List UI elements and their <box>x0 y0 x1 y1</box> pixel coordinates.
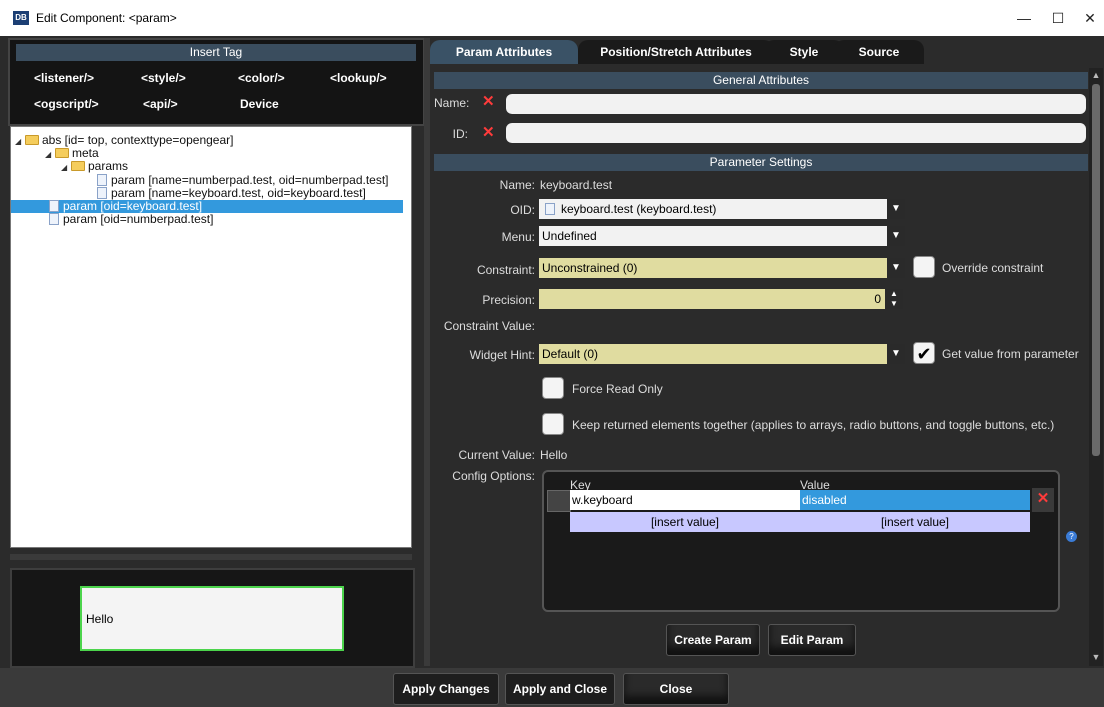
document-icon <box>545 203 555 215</box>
chevron-down-icon[interactable]: ▼ <box>887 344 905 364</box>
window-title: Edit Component: <param> <box>36 11 177 25</box>
get-value-label: Get value from parameter <box>942 347 1079 361</box>
row-handle[interactable] <box>547 490 571 512</box>
table-row-value[interactable]: disabled <box>800 490 1030 510</box>
insert-tag-title: Insert Tag <box>16 44 416 61</box>
force-read-only-label: Force Read Only <box>572 382 663 396</box>
apply-changes-button[interactable]: Apply Changes <box>393 673 499 705</box>
config-options-table: Key Value w.keyboard disabled ✕ [insert … <box>542 470 1060 612</box>
constraint-label: Constraint: <box>476 263 535 277</box>
oid-label: OID: <box>510 203 535 217</box>
parameter-settings-header: Parameter Settings <box>434 154 1088 171</box>
keep-together-label: Keep returned elements together (applies… <box>572 418 1055 432</box>
expand-arrow-icon[interactable]: ◢ <box>15 135 25 148</box>
chevron-down-icon[interactable]: ▼ <box>887 258 905 278</box>
insert-key-cell[interactable]: [insert value] <box>570 512 800 532</box>
name-label: Name: <box>434 96 470 110</box>
config-options-label: Config Options: <box>452 469 535 483</box>
document-icon <box>49 213 59 225</box>
current-value-label: Current Value: <box>458 448 535 462</box>
insert-listener-button[interactable]: <listener/> <box>34 71 94 85</box>
oid-select[interactable]: keyboard.test (keyboard.test) ▼ <box>539 199 905 219</box>
tab-source[interactable]: Source <box>834 40 924 64</box>
close-icon[interactable]: ✕ <box>1070 6 1104 30</box>
insert-style-button[interactable]: <style/> <box>141 71 186 85</box>
tree-node[interactable]: ◢ abs [id= top, contexttype=opengear] <box>15 134 233 147</box>
force-read-only-checkbox[interactable] <box>542 377 564 399</box>
tree-node[interactable]: param [oid=numberpad.test] <box>49 213 213 226</box>
insert-device-button[interactable]: Device <box>240 97 279 111</box>
tree-node[interactable]: ◢ params <box>61 160 128 173</box>
vertical-scrollbar[interactable]: ▲ ▼ <box>1089 68 1103 666</box>
insert-lookup-button[interactable]: <lookup/> <box>330 71 387 85</box>
expand-arrow-icon[interactable]: ◢ <box>45 148 55 161</box>
current-value: Hello <box>540 448 568 462</box>
close-button[interactable]: Close <box>623 673 729 705</box>
constraint-value-label: Constraint Value: <box>443 319 535 333</box>
general-attributes-header: General Attributes <box>434 72 1088 89</box>
table-row-key[interactable]: w.keyboard <box>570 490 800 510</box>
scroll-up-icon[interactable]: ▲ <box>1090 70 1102 80</box>
folder-icon <box>71 161 85 171</box>
app-icon: DB <box>13 11 29 25</box>
tab-param-attributes[interactable]: Param Attributes <box>430 40 578 64</box>
preview-component[interactable]: Hello <box>80 586 344 651</box>
param-attributes-panel: General Attributes Name: ✕ ID: ✕ Paramet… <box>430 68 1088 668</box>
tab-bar: Position/Stretch Attributes Style Source… <box>430 38 1104 64</box>
precision-label: Precision: <box>482 293 535 307</box>
chevron-down-icon[interactable]: ▼ <box>887 226 905 246</box>
constraint-select[interactable]: Unconstrained (0) ▼ <box>539 258 905 278</box>
override-constraint-checkbox[interactable] <box>913 256 935 278</box>
expand-arrow-icon[interactable]: ◢ <box>61 161 71 174</box>
title-bar: DB Edit Component: <param> — ☐ ✕ <box>0 0 1104 36</box>
document-icon <box>97 187 107 199</box>
footer-bar: Apply Changes Apply and Close Close <box>0 668 1104 707</box>
override-constraint-label: Override constraint <box>942 261 1044 275</box>
menu-label: Menu: <box>501 230 535 244</box>
widget-hint-select[interactable]: Default (0) ▼ <box>539 344 905 364</box>
keep-together-checkbox[interactable] <box>542 413 564 435</box>
get-value-checkbox[interactable]: ✔ <box>913 342 935 364</box>
document-icon <box>49 200 59 212</box>
document-icon <box>97 174 107 186</box>
preview-panel: Hello <box>10 568 415 668</box>
id-label: ID: <box>452 127 468 141</box>
create-param-button[interactable]: Create Param <box>666 624 760 656</box>
component-tree[interactable]: ◢ abs [id= top, contexttype=opengear] ◢ me… <box>10 126 412 548</box>
insert-value-cell[interactable]: [insert value] <box>800 512 1030 532</box>
insert-api-button[interactable]: <api/> <box>143 97 178 111</box>
widget-hint-label: Widget Hint: <box>469 348 535 362</box>
clear-id-icon[interactable]: ✕ <box>482 123 495 141</box>
folder-icon <box>55 148 69 158</box>
spinner-arrows-icon[interactable]: ▲ ▼ <box>885 289 903 309</box>
scroll-thumb[interactable] <box>1092 84 1100 456</box>
param-name-label: Name: <box>499 178 535 192</box>
scroll-down-icon[interactable]: ▼ <box>1090 652 1102 662</box>
insert-color-button[interactable]: <color/> <box>238 71 285 85</box>
tab-style[interactable]: Style <box>764 40 844 64</box>
horizontal-splitter[interactable] <box>10 554 412 560</box>
param-name-value: keyboard.test <box>540 178 613 192</box>
chevron-down-icon[interactable]: ▼ <box>887 199 905 219</box>
tab-position-stretch[interactable]: Position/Stretch Attributes <box>578 40 774 64</box>
name-input[interactable] <box>506 94 1086 114</box>
apply-and-close-button[interactable]: Apply and Close <box>505 673 615 705</box>
edit-param-button[interactable]: Edit Param <box>768 624 856 656</box>
help-icon[interactable]: ? <box>1066 531 1077 542</box>
folder-icon <box>25 135 39 145</box>
clear-name-icon[interactable]: ✕ <box>482 92 495 110</box>
insert-ogscript-button[interactable]: <ogscript/> <box>34 97 99 111</box>
id-input[interactable] <box>506 123 1086 143</box>
insert-tag-panel: Insert Tag <listener/> <style/> <color/>… <box>8 38 425 126</box>
delete-row-icon[interactable]: ✕ <box>1032 488 1054 512</box>
menu-select[interactable]: Undefined ▼ <box>539 226 905 246</box>
precision-spinner[interactable]: 0 <box>539 289 885 309</box>
